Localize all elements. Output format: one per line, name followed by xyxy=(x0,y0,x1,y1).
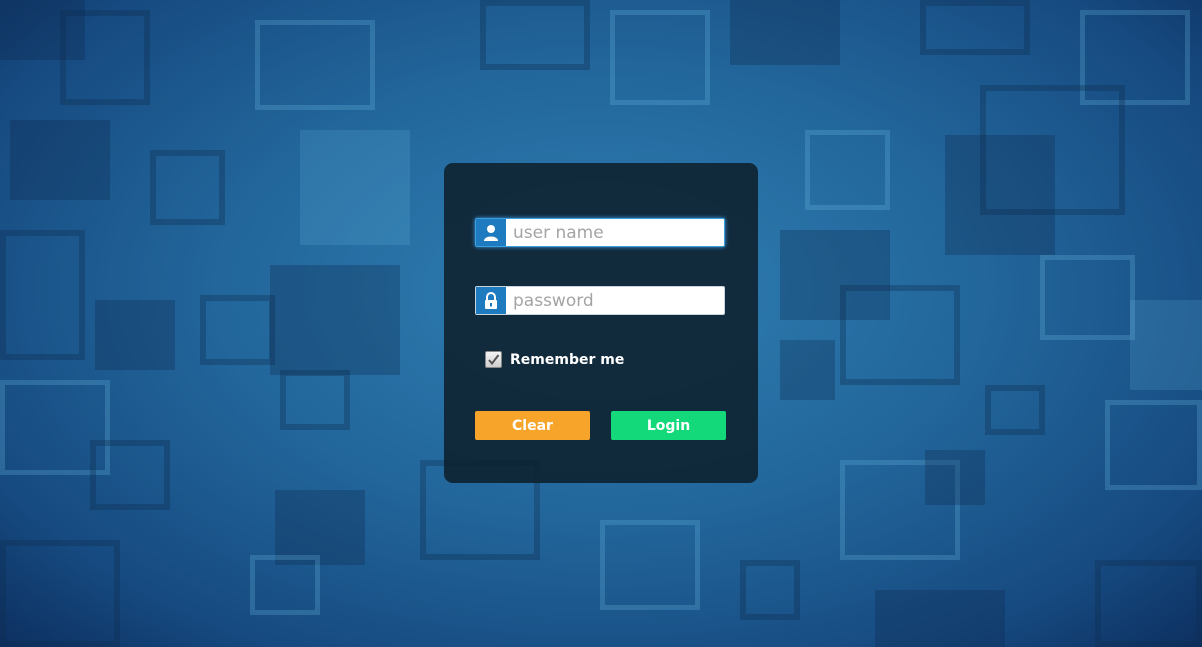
password-input[interactable] xyxy=(506,287,724,314)
bg-square xyxy=(1130,300,1202,390)
bg-square xyxy=(10,120,110,200)
bg-square xyxy=(740,560,800,620)
bg-square xyxy=(1105,400,1202,490)
bg-square xyxy=(480,0,590,70)
remember-me-checkbox[interactable] xyxy=(485,351,502,368)
lock-icon-glyph xyxy=(485,291,497,309)
bg-square xyxy=(805,130,890,210)
bg-square xyxy=(730,0,840,65)
lock-icon xyxy=(476,287,506,314)
bg-square xyxy=(780,340,835,400)
clear-button[interactable]: Clear xyxy=(475,411,590,440)
bg-square xyxy=(275,490,365,565)
username-input[interactable] xyxy=(506,219,724,246)
remember-me-option[interactable]: Remember me xyxy=(485,351,624,368)
bg-square xyxy=(985,385,1045,435)
username-field xyxy=(475,218,725,247)
bg-square xyxy=(300,130,410,245)
password-field xyxy=(475,286,725,315)
user-icon xyxy=(476,219,506,246)
bg-square xyxy=(945,135,1055,255)
login-panel: Remember me Clear Login xyxy=(444,163,758,483)
checkmark-icon xyxy=(488,354,500,366)
bg-square xyxy=(200,295,275,365)
bg-square xyxy=(150,150,225,225)
bg-square xyxy=(920,0,1030,55)
login-button[interactable]: Login xyxy=(611,411,726,440)
bg-square xyxy=(95,300,175,370)
bg-square xyxy=(60,10,150,105)
bg-square xyxy=(0,230,85,360)
bg-square xyxy=(780,230,890,320)
bg-square xyxy=(250,555,320,615)
bg-square xyxy=(280,370,350,430)
user-icon-glyph xyxy=(484,224,498,241)
bg-square xyxy=(1095,560,1202,647)
bg-square xyxy=(0,540,120,647)
remember-me-label: Remember me xyxy=(510,351,625,368)
bg-square xyxy=(875,590,1005,647)
bg-square xyxy=(270,265,400,375)
bg-square xyxy=(90,440,170,510)
bg-square xyxy=(925,450,985,505)
bg-square xyxy=(1040,255,1135,340)
bg-square xyxy=(600,520,700,610)
bg-square xyxy=(255,20,375,110)
bg-square xyxy=(610,10,710,105)
